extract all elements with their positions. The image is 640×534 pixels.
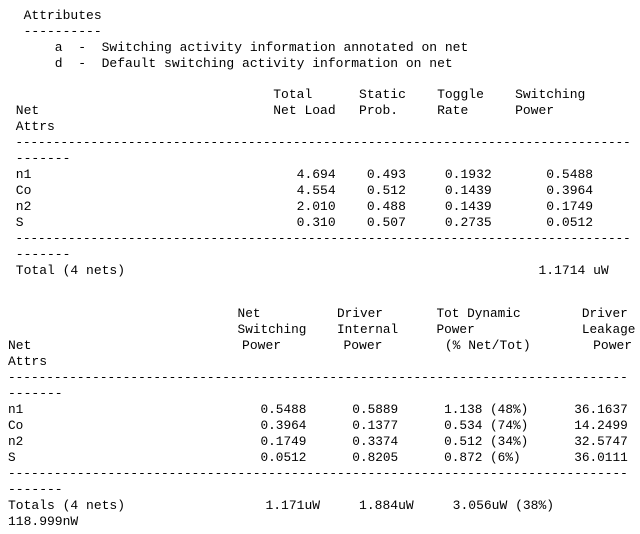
power-table-divider-tail: ------- [8, 386, 63, 401]
power-table-row-n1: n1 0.5488 0.5889 1.138 (48%) 36.1637 [8, 402, 628, 417]
power-table-row-co: Co 0.3964 0.1377 0.534 (74%) 14.2499 [8, 418, 628, 433]
power-table-header-row-2: Switching Internal Power Leakage [8, 322, 636, 337]
net-table-divider: ----------------------------------------… [8, 232, 631, 246]
power-table-header-row-4: Attrs [8, 354, 48, 369]
power-table-row-n2: n2 0.1749 0.3374 0.512 (34%) 32.5747 [8, 434, 628, 449]
net-table-divider-tail: ------- [8, 151, 71, 166]
power-table-row-s: S 0.0512 0.8205 0.872 (6%) 36.0111 [8, 450, 628, 465]
attribute-d-description: d - Default switching activity informati… [8, 56, 453, 71]
power-table-divider: ----------------------------------------… [8, 466, 628, 481]
attributes-heading: Attributes [8, 8, 102, 23]
net-table-row-s: S 0.310 0.507 0.2735 0.0512 [8, 215, 594, 230]
net-table-divider: ----------------------------------------… [8, 136, 631, 150]
net-table-header-row-2: Net Net Load Prob. Rate Power [8, 103, 555, 118]
net-table-divider-tail: ------- [8, 247, 71, 262]
net-table-header-row-1: Total Static Toggle Switching [8, 87, 586, 102]
net-table-header-row-3: Attrs [8, 119, 55, 134]
net-table-row-n1: n1 4.694 0.493 0.1932 0.5488 [8, 167, 594, 182]
net-table-row-co: Co 4.554 0.512 0.1439 0.3964 [8, 183, 594, 198]
power-table-totals-row: Totals (4 nets) 1.171uW 1.884uW 3.056uW … [8, 498, 555, 513]
power-table-header-row-3: Net Power Power (% Net/Tot) Power [8, 338, 633, 353]
net-table-total-row: Total (4 nets) 1.1714 uW [8, 263, 609, 278]
attributes-underline: ---------- [8, 24, 102, 39]
net-table-row-n2: n2 2.010 0.488 0.1439 0.1749 [8, 199, 594, 214]
power-table-header-row-1: Net Driver Tot Dynamic Driver [8, 306, 628, 321]
power-table-divider-tail: ------- [8, 482, 63, 497]
power-table-divider: ----------------------------------------… [8, 370, 628, 385]
attribute-a-description: a - Switching activity information annot… [8, 40, 469, 55]
power-table-totals-leakage: 118.999nW [8, 514, 79, 529]
